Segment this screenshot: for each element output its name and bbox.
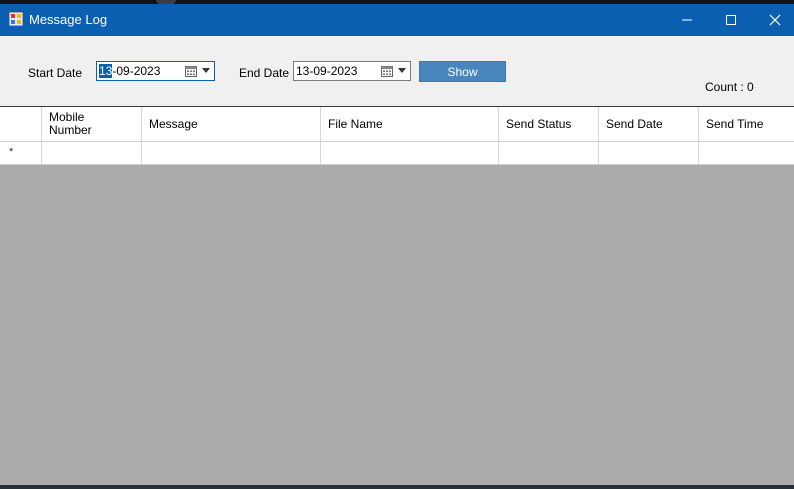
calendar-icon[interactable]: [185, 65, 197, 77]
column-header-label: File Name: [328, 117, 383, 131]
start-date-picker[interactable]: 13-09-2023: [96, 61, 215, 81]
start-date-value: 13-09-2023: [99, 64, 160, 78]
column-header-label: Send Time: [706, 117, 764, 131]
end-date-label: End Date: [239, 66, 290, 80]
column-header-label: Message: [149, 117, 198, 131]
mobile-line1: Mobile: [49, 110, 85, 124]
column-header-file-name[interactable]: File Name: [321, 107, 499, 141]
cell-file-name[interactable]: [321, 142, 499, 164]
close-button[interactable]: [752, 4, 794, 36]
new-row-marker: *: [9, 146, 14, 158]
end-date-value: 13-09-2023: [296, 64, 358, 78]
end-date-picker[interactable]: 13-09-2023: [293, 61, 411, 81]
chevron-down-icon[interactable]: [398, 68, 406, 73]
minimize-icon: [682, 19, 692, 21]
message-grid[interactable]: Mobile Number Message File Name Send Stat…: [0, 106, 794, 485]
table-row[interactable]: *: [0, 142, 794, 165]
cell-send-date[interactable]: [599, 142, 699, 164]
maximize-button[interactable]: [708, 4, 754, 36]
desktop-bottom-strip: [0, 485, 794, 489]
record-count: Count : 0: [705, 80, 754, 94]
minimize-button[interactable]: [664, 4, 710, 36]
app-icon: [9, 12, 23, 26]
chevron-down-icon[interactable]: [202, 68, 210, 73]
column-header-message[interactable]: Message: [142, 107, 321, 141]
column-header-label: Send Date: [606, 117, 663, 131]
calendar-icon[interactable]: [381, 65, 393, 77]
cell-send-status[interactable]: [499, 142, 599, 164]
mobile-line2: Number: [49, 123, 92, 137]
message-log-window: Message Log Start Date 13-09-2023 End Da…: [0, 4, 794, 485]
cell-send-time[interactable]: [699, 142, 794, 164]
window-title: Message Log: [29, 12, 108, 27]
start-date-label: Start Date: [28, 66, 83, 80]
title-bar[interactable]: Message Log: [0, 4, 794, 36]
maximize-icon: [726, 15, 736, 25]
cell-mobile-number[interactable]: [42, 142, 142, 164]
filter-panel: Start Date 13-09-2023 End Date 13-09-202…: [0, 36, 794, 106]
row-header[interactable]: *: [0, 142, 42, 164]
column-header-send-status[interactable]: Send Status: [499, 107, 599, 141]
close-icon: [769, 14, 781, 26]
cell-message[interactable]: [142, 142, 321, 164]
show-button[interactable]: Show: [419, 61, 506, 82]
row-header-corner[interactable]: [0, 107, 42, 141]
column-header-send-date[interactable]: Send Date: [599, 107, 699, 141]
grid-header-row: Mobile Number Message File Name Send Stat…: [0, 107, 794, 142]
column-header-send-time[interactable]: Send Time: [699, 107, 794, 141]
start-date-day-selection: 13: [99, 64, 113, 78]
start-date-value-rest: -09-2023: [112, 64, 161, 78]
column-header-label: Send Status: [506, 117, 572, 131]
column-header-mobile-number[interactable]: Mobile Number: [42, 107, 142, 141]
column-header-label: Mobile Number: [49, 111, 92, 137]
